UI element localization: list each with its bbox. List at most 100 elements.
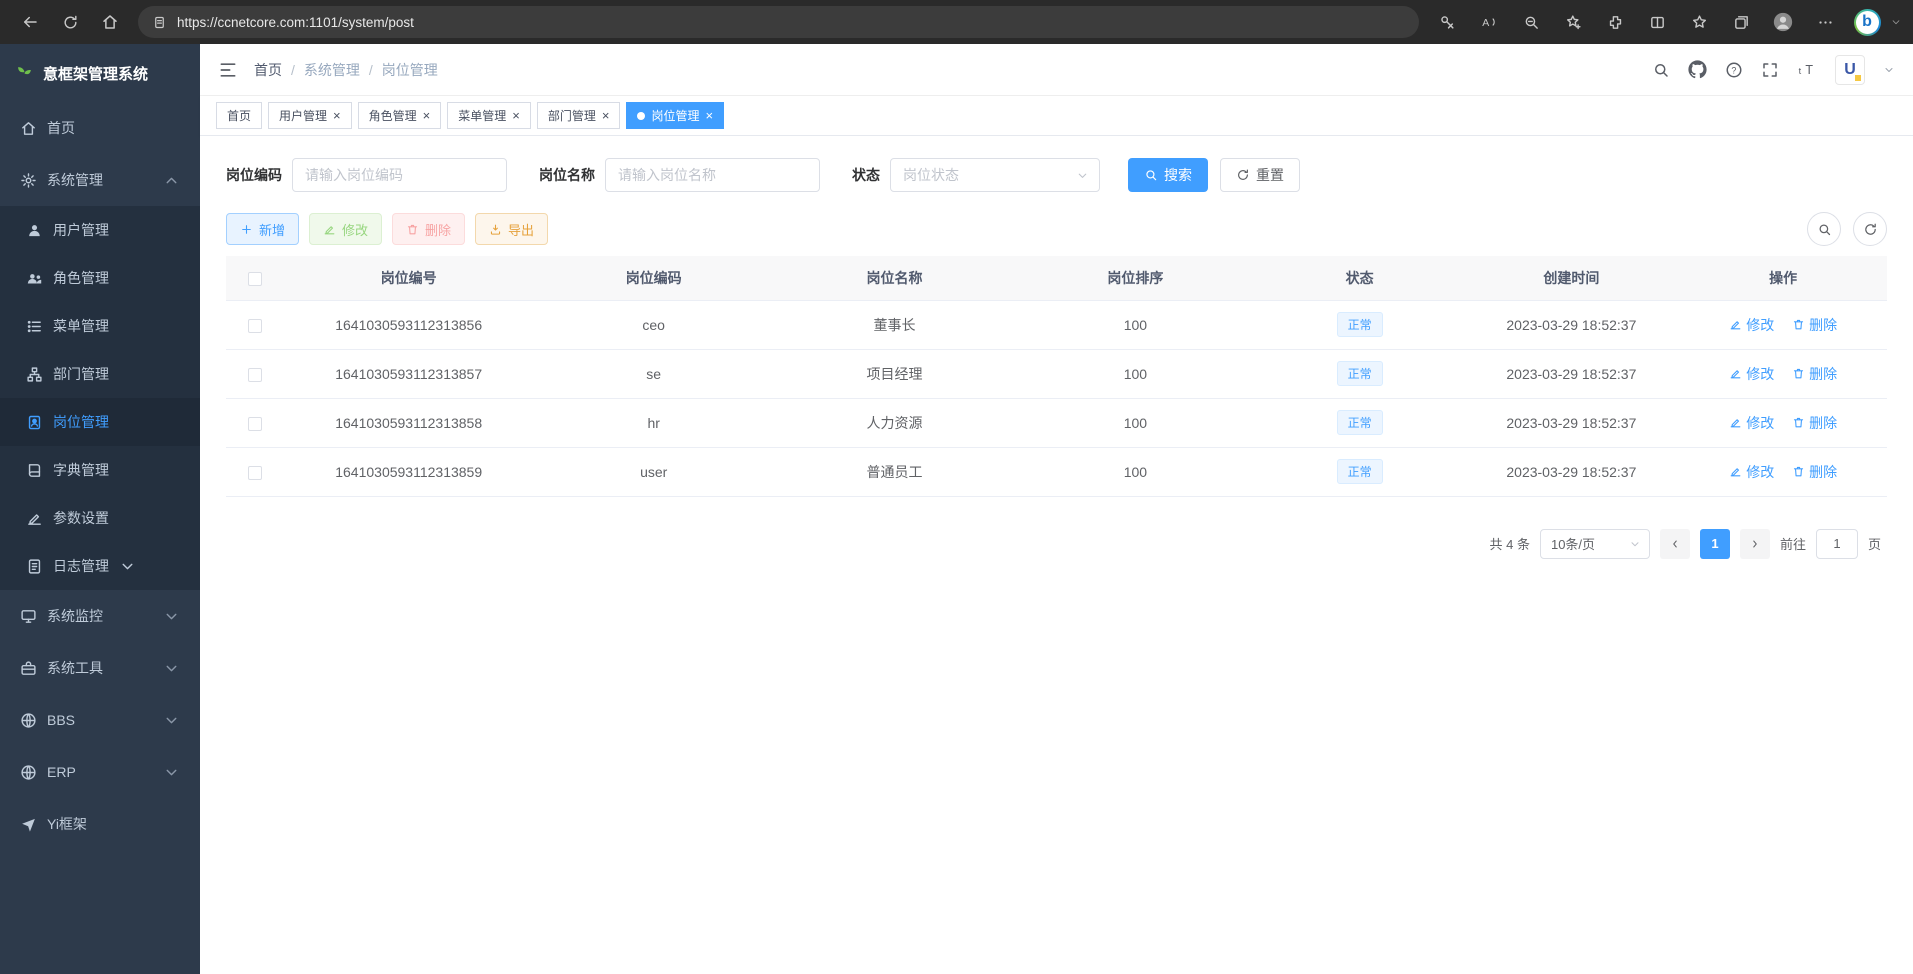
tab-close-icon[interactable]: × <box>602 109 610 122</box>
tab-close-icon[interactable]: × <box>423 109 431 122</box>
user-menu-caret-icon[interactable] <box>1883 64 1895 76</box>
id-badge-icon <box>26 414 43 431</box>
help-icon[interactable]: ? <box>1725 61 1743 79</box>
sidebar-item-home[interactable]: 首页 <box>0 102 200 154</box>
book-icon <box>26 462 43 479</box>
row-edit-link[interactable]: 修改 <box>1729 364 1774 384</box>
row-delete-link[interactable]: 删除 <box>1792 462 1837 482</box>
collections-button[interactable] <box>1723 6 1759 38</box>
sidebar-item-parameter-settings[interactable]: 参数设置 <box>0 494 200 542</box>
sidebar-item-system-tools[interactable]: 系统工具 <box>0 642 200 694</box>
tags-view: 首页 用户管理× 角色管理× 菜单管理× 部门管理× 岗位管理× <box>200 96 1913 136</box>
row-checkbox[interactable] <box>248 417 262 431</box>
refresh-table-button[interactable] <box>1853 212 1887 246</box>
split-screen-button[interactable] <box>1639 6 1675 38</box>
row-edit-link[interactable]: 修改 <box>1729 315 1774 335</box>
toggle-search-button[interactable] <box>1807 212 1841 246</box>
header-search-icon[interactable] <box>1652 61 1670 79</box>
goto-page-input[interactable] <box>1816 529 1858 559</box>
sidebar-item-erp[interactable]: ERP <box>0 746 200 798</box>
cell-post-id: 1641030593112313858 <box>284 398 533 447</box>
status-select[interactable]: 岗位状态 <box>890 158 1100 192</box>
bing-copilot-button[interactable]: b <box>1849 6 1885 38</box>
read-aloud-button[interactable]: A <box>1471 6 1507 38</box>
cell-post-sort: 100 <box>1015 349 1256 398</box>
chevron-down-icon <box>1076 169 1089 182</box>
edit-button[interactable]: 修改 <box>309 213 382 245</box>
back-button[interactable] <box>12 6 48 38</box>
row-edit-link[interactable]: 修改 <box>1729 462 1774 482</box>
tab-home[interactable]: 首页 <box>216 102 262 129</box>
export-button[interactable]: 导出 <box>475 213 548 245</box>
sidebar-item-post-management[interactable]: 岗位管理 <box>0 398 200 446</box>
sidebar-item-system-management[interactable]: 系统管理 <box>0 154 200 206</box>
prev-page-button[interactable] <box>1660 529 1690 559</box>
row-checkbox[interactable] <box>248 368 262 382</box>
tab-department-management[interactable]: 部门管理× <box>537 102 621 129</box>
collapse-sidebar-button[interactable] <box>218 60 238 80</box>
tab-role-management[interactable]: 角色管理× <box>358 102 442 129</box>
address-bar[interactable]: https://ccnetcore.com:1101/system/post <box>138 6 1419 38</box>
search-button[interactable]: 搜索 <box>1128 158 1208 192</box>
chevron-down-icon <box>163 660 180 677</box>
delete-button[interactable]: 删除 <box>392 213 465 245</box>
refresh-button[interactable] <box>52 6 88 38</box>
post-table: 岗位编号 岗位编码 岗位名称 岗位排序 状态 创建时间 操作 164103059… <box>226 256 1887 497</box>
page-number-button[interactable]: 1 <box>1700 529 1730 559</box>
zoom-button[interactable] <box>1513 6 1549 38</box>
sidebar-item-department-management[interactable]: 部门管理 <box>0 350 200 398</box>
tab-close-icon[interactable]: × <box>705 109 713 122</box>
row-delete-link[interactable]: 删除 <box>1792 413 1837 433</box>
add-favorite-button[interactable] <box>1555 6 1591 38</box>
extensions-puzzle-icon <box>1607 14 1624 31</box>
sidebar-item-yi-framework[interactable]: Yi框架 <box>0 798 200 850</box>
sidebar-item-system-monitoring[interactable]: 系统监控 <box>0 590 200 642</box>
font-size-icon[interactable]: tT <box>1797 60 1817 80</box>
sidebar-item-log-management[interactable]: 日志管理 <box>0 542 200 590</box>
reset-button[interactable]: 重置 <box>1220 158 1300 192</box>
more-options-button[interactable] <box>1807 6 1843 38</box>
row-delete-link[interactable]: 删除 <box>1792 364 1837 384</box>
github-icon[interactable] <box>1688 60 1707 79</box>
user-avatar[interactable]: U <box>1835 55 1865 85</box>
log-document-icon <box>26 558 43 575</box>
tab-user-management[interactable]: 用户管理× <box>268 102 352 129</box>
home-button[interactable] <box>92 6 128 38</box>
row-checkbox[interactable] <box>248 319 262 333</box>
row-checkbox[interactable] <box>248 466 262 480</box>
tab-menu-management[interactable]: 菜单管理× <box>447 102 531 129</box>
sidebar-item-bbs[interactable]: BBS <box>0 694 200 746</box>
edit-pencil-icon <box>26 510 43 527</box>
select-all-checkbox[interactable] <box>248 272 262 286</box>
sidebar-menu: 首页 系统管理 用户管理 角色管理 菜单管理 <box>0 102 200 850</box>
row-edit-link[interactable]: 修改 <box>1729 413 1774 433</box>
tab-post-management[interactable]: 岗位管理× <box>626 102 724 129</box>
add-button[interactable]: 新增 <box>226 213 299 245</box>
password-key-button[interactable] <box>1429 6 1465 38</box>
favorites-button[interactable] <box>1681 6 1717 38</box>
url-text: https://ccnetcore.com:1101/system/post <box>177 15 414 30</box>
cell-post-code: hr <box>533 398 774 447</box>
tab-close-icon[interactable]: × <box>512 109 520 122</box>
tab-close-icon[interactable]: × <box>333 109 341 122</box>
fullscreen-icon[interactable] <box>1761 61 1779 79</box>
sidebar-item-role-management[interactable]: 角色管理 <box>0 254 200 302</box>
profile-button[interactable] <box>1765 6 1801 38</box>
star-plus-icon <box>1565 14 1582 31</box>
site-info-icon[interactable] <box>152 15 167 30</box>
ellipsis-icon <box>1817 14 1834 31</box>
search-form: 岗位编码 岗位名称 状态 岗位状态 搜索 重置 <box>226 158 1887 192</box>
sidebar-item-menu-management[interactable]: 菜单管理 <box>0 302 200 350</box>
sidebar-item-dictionary-management[interactable]: 字典管理 <box>0 446 200 494</box>
next-page-button[interactable] <box>1740 529 1770 559</box>
post-name-input[interactable] <box>605 158 820 192</box>
page-size-select[interactable]: 10条/页 <box>1540 529 1650 559</box>
copilot-caret-icon[interactable] <box>1891 17 1901 27</box>
sidebar-item-user-management[interactable]: 用户管理 <box>0 206 200 254</box>
post-code-input[interactable] <box>292 158 507 192</box>
breadcrumb-home[interactable]: 首页 <box>254 60 282 80</box>
extensions-button[interactable] <box>1597 6 1633 38</box>
breadcrumb-separator: / <box>291 62 295 78</box>
row-delete-link[interactable]: 删除 <box>1792 315 1837 335</box>
cell-created-time: 2023-03-29 18:52:37 <box>1463 349 1679 398</box>
